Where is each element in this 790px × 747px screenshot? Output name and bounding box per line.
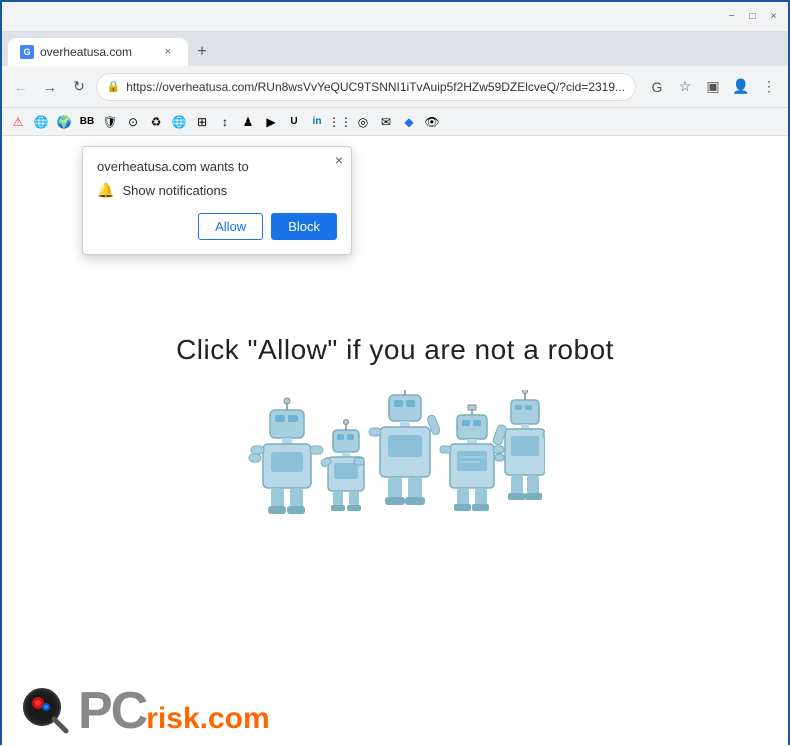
side-panel-icon[interactable]: ▣ bbox=[700, 74, 726, 100]
ext-circle-icon[interactable]: ⊙ bbox=[123, 112, 143, 132]
ext-eye-icon[interactable]: 👁 bbox=[422, 112, 442, 132]
ext-warning-icon[interactable]: ⚠ bbox=[8, 112, 28, 132]
allow-button[interactable]: Allow bbox=[198, 213, 263, 240]
ext-video-icon[interactable]: ▶ bbox=[261, 112, 281, 132]
ext-apps-icon[interactable]: ⋮⋮ bbox=[330, 112, 350, 132]
pcrisk-logo-icon bbox=[20, 685, 72, 737]
popup-buttons: Allow Block bbox=[97, 213, 337, 240]
profile-icon[interactable]: 👤 bbox=[728, 74, 754, 100]
ext-globe2-icon[interactable]: 🌍 bbox=[54, 112, 74, 132]
navigation-toolbar: ← → ↻ 🔒 https://overheatusa.com/RUn8wsVv… bbox=[2, 66, 788, 108]
ext-globe-icon[interactable]: 🌐 bbox=[31, 112, 51, 132]
notification-popup: × overheatusa.com wants to 🔔 Show notifi… bbox=[82, 146, 352, 255]
pcrisk-text: PC risk.com bbox=[78, 685, 270, 737]
page-content: × overheatusa.com wants to 🔔 Show notifi… bbox=[2, 136, 788, 747]
ext-u-icon[interactable]: U bbox=[284, 112, 304, 132]
address-bar[interactable]: 🔒 https://overheatusa.com/RUn8wsVvYeQUC9… bbox=[96, 73, 636, 101]
lock-icon: 🔒 bbox=[107, 80, 121, 93]
google-account-icon[interactable]: G bbox=[644, 74, 670, 100]
url-text: https://overheatusa.com/RUn8wsVvYeQUC9TS… bbox=[126, 80, 625, 94]
bell-icon: 🔔 bbox=[97, 182, 114, 199]
window-controls[interactable]: − □ × bbox=[725, 10, 780, 23]
block-button[interactable]: Block bbox=[271, 213, 337, 240]
new-tab-button[interactable]: + bbox=[188, 38, 216, 66]
tab-favicon: G bbox=[20, 45, 34, 59]
popup-notification-row: 🔔 Show notifications bbox=[97, 182, 337, 199]
tab-close-button[interactable]: × bbox=[160, 44, 176, 60]
pc-letters: PC bbox=[78, 685, 146, 737]
ext-blue-icon[interactable]: ◆ bbox=[399, 112, 419, 132]
popup-title: overheatusa.com wants to bbox=[97, 159, 337, 174]
title-bar: − □ × bbox=[2, 2, 788, 32]
ext-arrow-icon[interactable]: ↕ bbox=[215, 112, 235, 132]
minimize-button[interactable]: − bbox=[725, 10, 738, 23]
footer-logo: PC risk.com bbox=[20, 685, 270, 737]
robots-illustration bbox=[245, 390, 545, 550]
risk-text: risk.com bbox=[146, 702, 269, 736]
popup-close-button[interactable]: × bbox=[335, 153, 343, 167]
ext-grid-icon[interactable]: ⊞ bbox=[192, 112, 212, 132]
bookmark-icon[interactable]: ☆ bbox=[672, 74, 698, 100]
extensions-bar: ⚠ 🌐 🌍 BB 🛡 ⊙ ♻ 🌐 ⊞ ↕ ♟ ▶ U in ⋮⋮ ◎ ✉ ◆ 👁 bbox=[2, 108, 788, 136]
menu-icon[interactable]: ⋮ bbox=[756, 74, 782, 100]
tab-title: overheatusa.com bbox=[40, 45, 154, 59]
back-button[interactable]: ← bbox=[8, 74, 33, 100]
forward-button[interactable]: → bbox=[37, 74, 62, 100]
ext-mail-icon[interactable]: ✉ bbox=[376, 112, 396, 132]
robots-svg bbox=[245, 390, 545, 550]
ext-puzzle-icon[interactable]: ♟ bbox=[238, 112, 258, 132]
toolbar-action-icons: G ☆ ▣ 👤 ⋮ bbox=[644, 74, 782, 100]
ext-shield-icon[interactable]: 🛡 bbox=[100, 112, 120, 132]
close-window-button[interactable]: × bbox=[767, 10, 780, 23]
active-tab[interactable]: G overheatusa.com × bbox=[8, 38, 188, 66]
ext-linkedin-icon[interactable]: in bbox=[307, 112, 327, 132]
reload-button[interactable]: ↻ bbox=[66, 74, 91, 100]
ext-bb-icon[interactable]: BB bbox=[77, 112, 97, 132]
captcha-instruction-text: Click "Allow" if you are not a robot bbox=[176, 334, 614, 366]
ext-globe3-icon[interactable]: 🌐 bbox=[169, 112, 189, 132]
tab-bar: G overheatusa.com × + bbox=[2, 32, 788, 66]
ext-target-icon[interactable]: ◎ bbox=[353, 112, 373, 132]
popup-notification-text: Show notifications bbox=[122, 183, 227, 198]
maximize-button[interactable]: □ bbox=[746, 10, 759, 23]
ext-recycle-icon[interactable]: ♻ bbox=[146, 112, 166, 132]
